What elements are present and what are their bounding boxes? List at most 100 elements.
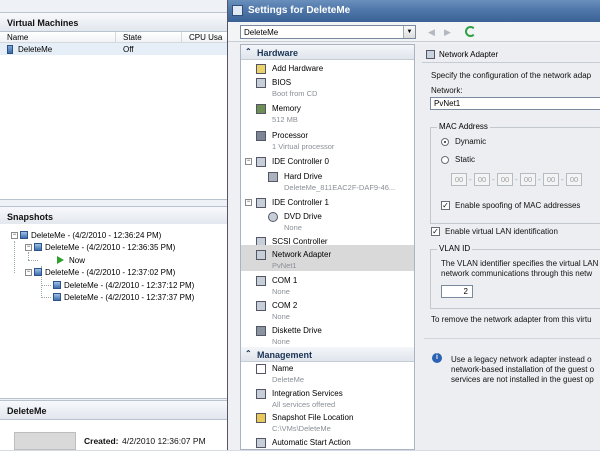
tree-item-memory[interactable]: Memory 512 MB [241,101,414,125]
created-value: 4/2/2010 12:36:07 PM [122,436,206,446]
vlan-description-line-1: The VLAN identifier specifies the virtua… [441,259,599,268]
detail-pane: Created: 4/2/2010 12:36:07 PM [0,420,232,450]
snapshot-item[interactable]: − DeleteMe - (4/2/2010 - 12:37:02 PM) [25,266,175,278]
tree-item-label: Processor [272,131,309,140]
snapshot-item[interactable]: − DeleteMe - (4/2/2010 - 12:36:24 PM) [11,229,161,241]
tree-item-label: Integration Services [272,389,343,398]
mac-octet-4[interactable]: 00 [520,173,536,186]
mac-address-legend: MAC Address [437,122,490,131]
static-radio[interactable] [441,156,449,164]
collapse-icon[interactable]: − [25,268,32,276]
snapshot-label: DeleteMe - (4/2/2010 - 12:36:35 PM) [45,242,176,252]
collapse-icon[interactable]: − [25,243,32,251]
vm-row[interactable]: DeleteMe Off [0,43,232,55]
dynamic-radio[interactable] [441,138,449,146]
refresh-icon[interactable] [465,26,476,37]
legacy-info-line-1: Use a legacy network adapter instead o [451,355,592,364]
vlan-id-input[interactable]: 2 [441,285,473,298]
column-name[interactable]: Name [0,32,116,42]
management-section-header[interactable]: ⌃ Management [241,347,414,362]
settings-tree: ⌃ Hardware Add Hardware BIOS Boot from C… [240,44,415,450]
tree-item-integration-services[interactable]: Integration Services All services offere… [241,386,414,410]
network-adapter-icon [256,250,266,260]
network-select[interactable]: PvNet1 [430,97,600,110]
column-cpu-usage[interactable]: CPU Usa [182,32,232,42]
tree-item-sub: None [272,287,290,296]
tree-item-com-2[interactable]: COM 2 None [241,298,414,322]
tree-item-sub: None [272,312,290,321]
snapshots-header: Snapshots [0,206,232,226]
tree-item-bios[interactable]: BIOS Boot from CD [241,75,414,99]
tree-item-hard-drive[interactable]: Hard Drive DeleteMe_811EAC2F-DAF9-46... [241,169,414,193]
tree-item-network-adapter[interactable]: Network Adapter PvNet1 [241,245,414,271]
play-icon [57,256,64,264]
tree-item-automatic-start-action[interactable]: Automatic Start Action [241,435,414,451]
back-arrow-icon[interactable]: ◀ [428,27,435,38]
tree-item-label: Diskette Drive [272,326,322,335]
mac-octet-6[interactable]: 00 [566,173,582,186]
collapse-icon[interactable]: − [245,158,252,165]
tree-item-com-1[interactable]: COM 1 None [241,273,414,297]
mac-octet-1[interactable]: 00 [451,173,467,186]
snapshot-icon [53,293,61,301]
remove-adapter-text: To remove the network adapter from this … [431,315,592,324]
tree-item-snapshot-file-location[interactable]: Snapshot File Location C:\VMs\DeleteMe [241,410,414,434]
panel-heading-label: Network Adapter [439,50,499,59]
vlan-checkbox-label: Enable virtual LAN identification [445,227,558,236]
snapshot-label: Now [69,255,86,265]
legacy-info-line-3: services are not installed in the guest … [451,375,594,384]
mac-octet-5[interactable]: 00 [543,173,559,186]
com-port-icon [256,276,266,286]
memory-icon [256,104,266,114]
collapse-icon[interactable]: − [11,231,18,239]
mac-octet-2[interactable]: 00 [474,173,490,186]
tree-item-name[interactable]: Name DeleteMe [241,361,414,385]
tree-item-diskette-drive[interactable]: Diskette Drive None [241,323,414,347]
detail-header: DeleteMe [0,400,232,420]
snapshot-item[interactable]: DeleteMe - (4/2/2010 - 12:37:37 PM) [53,291,194,303]
spoofing-label: Enable spoofing of MAC addresses [455,201,581,210]
com-port-icon [256,301,266,311]
mac-address-group: MAC Address Dynamic Static 00 - 00 - 00 … [430,122,600,224]
forward-arrow-icon[interactable]: ▶ [444,27,451,38]
snapshot-item[interactable]: − DeleteMe - (4/2/2010 - 12:36:35 PM) [25,241,175,253]
snapshots-tree: − DeleteMe - (4/2/2010 - 12:36:24 PM) − … [0,224,232,399]
integration-services-icon [256,389,266,399]
add-hardware-icon [256,64,266,74]
window-titlebar[interactable]: Settings for DeleteMe [228,0,600,22]
toolbar: DeleteMe ▼ ◀ ▶ [228,22,600,42]
snapshot-label: DeleteMe - (4/2/2010 - 12:37:12 PM) [64,280,195,290]
collapse-chevron-icon[interactable]: ⌃ [245,349,252,358]
vm-selector-dropdown[interactable]: DeleteMe ▼ [240,25,416,39]
vlan-description-line-2: network communications through this netw [441,269,593,278]
created-label: Created: [84,436,119,446]
snapshot-label: DeleteMe - (4/2/2010 - 12:37:37 PM) [64,292,195,302]
spoofing-checkbox[interactable]: ✓ [441,201,450,210]
processor-icon [256,131,266,141]
window-title: Settings for DeleteMe [248,5,351,16]
tree-item-label: IDE Controller 0 [272,157,329,166]
tree-item-processor[interactable]: Processor 1 Virtual processor [241,128,414,152]
tree-item-label: COM 1 [272,276,298,285]
tree-item-sub: None [272,337,290,346]
tree-item-label: Memory [272,104,301,113]
tree-item-label: BIOS [272,78,292,87]
settings-window-icon [232,5,243,16]
info-icon: i [432,353,442,363]
collapse-icon[interactable]: − [245,199,252,206]
snapshot-label: DeleteMe - (4/2/2010 - 12:37:02 PM) [45,267,176,277]
diskette-drive-icon [256,326,266,336]
hardware-section-header[interactable]: ⌃ Hardware [241,45,414,60]
chevron-down-icon[interactable]: ▼ [403,26,415,38]
collapse-chevron-icon[interactable]: ⌃ [245,47,252,56]
vlan-checkbox[interactable]: ✓ [431,227,440,236]
vm-thumbnail [14,432,76,450]
dynamic-label: Dynamic [455,137,487,146]
snapshot-item[interactable]: DeleteMe - (4/2/2010 - 12:37:12 PM) [53,279,194,291]
mac-octet-3[interactable]: 00 [497,173,513,186]
bios-icon [256,78,266,88]
snapshot-now[interactable]: Now [57,254,85,266]
column-state[interactable]: State [116,32,182,42]
hyperv-manager-background: Virtual Machines Name State CPU Usa Dele… [0,0,232,450]
tree-item-dvd-drive[interactable]: DVD Drive None [241,209,414,233]
